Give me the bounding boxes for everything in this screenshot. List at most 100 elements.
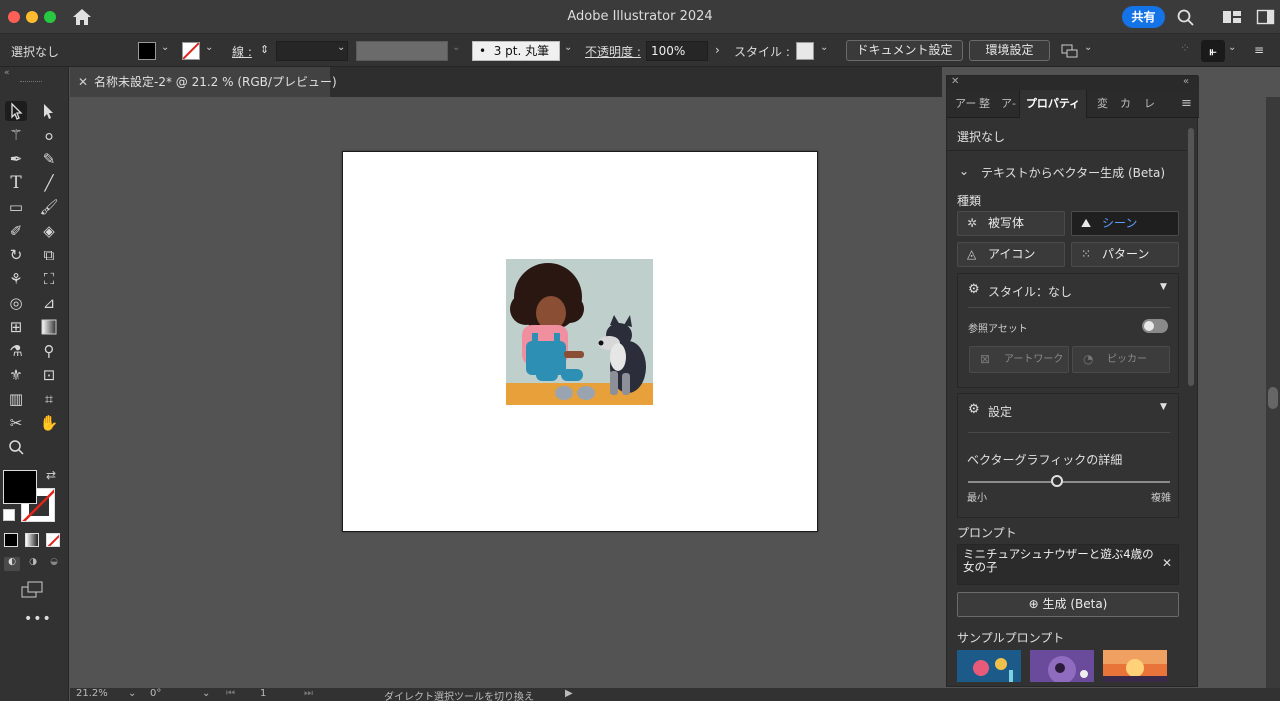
settings-header[interactable]: 設定 (988, 403, 1012, 420)
opacity-label[interactable]: 不透明度 : (585, 43, 641, 60)
draw-inside-icon[interactable]: ◒ (46, 557, 62, 571)
color-mode-icon[interactable] (4, 533, 18, 547)
free-transform-icon[interactable]: ⛶ (38, 269, 60, 289)
symbol-sprayer-icon[interactable]: ⚜ (5, 365, 27, 385)
swap-fill-stroke-icon[interactable]: ⇄ (46, 468, 56, 482)
tab-artboards[interactable]: アー (955, 90, 976, 118)
text-to-vector-title[interactable]: テキストからベクター生成 (Beta) (981, 164, 1165, 181)
preferences-button[interactable]: 環境設定 (969, 40, 1050, 61)
gradient-mode-icon[interactable] (25, 533, 39, 547)
tab-layers[interactable]: レ (1144, 90, 1155, 118)
gradient-tool-icon[interactable] (38, 317, 60, 337)
play-icon[interactable]: ▶ (565, 688, 573, 699)
align-panel-icon[interactable]: ⫦ (1201, 40, 1225, 62)
sample-prompt-thumbnail[interactable] (957, 650, 1021, 682)
stroke-swatch[interactable] (182, 42, 200, 60)
generate-button[interactable]: ⊕ 生成 (Beta) (957, 592, 1179, 617)
triangle-down-icon[interactable]: ▼ (1160, 402, 1167, 412)
chevron-down-icon[interactable]: ⌄ (564, 42, 572, 53)
zoom-level[interactable]: 21.2% (76, 688, 108, 699)
canvas-vertical-scrollbar[interactable] (1266, 97, 1280, 688)
prompt-input[interactable]: ミニチュアシュナウザーと遊ぶ4歳の女の子 ✕ (957, 544, 1179, 585)
detail-slider-track[interactable] (968, 481, 1170, 483)
collapse-toolbar-icon[interactable]: « (4, 68, 10, 78)
variable-width-profile[interactable] (356, 41, 448, 61)
list-menu-icon[interactable]: ≡ (1254, 43, 1264, 57)
close-icon[interactable]: ✕ (78, 67, 88, 97)
chevron-down-icon[interactable]: ⌄ (202, 688, 210, 699)
share-button[interactable]: 共有 (1122, 6, 1165, 28)
type-scene-button[interactable]: ⛰ シーン (1071, 211, 1179, 236)
selection-tool-icon[interactable] (5, 101, 27, 121)
rotate-tool-icon[interactable]: ↻ (5, 245, 27, 265)
type-tool-icon[interactable]: T (5, 173, 27, 193)
screen-mode-icon[interactable] (21, 581, 45, 599)
perspective-grid-icon[interactable]: ⊿ (38, 293, 60, 313)
panel-scroll-thumb[interactable] (1188, 128, 1194, 386)
scroll-thumb[interactable] (1268, 387, 1278, 409)
section-chevron-down-icon[interactable]: ⌄ (959, 164, 969, 178)
chevron-down-icon[interactable]: ⌄ (1084, 42, 1092, 53)
magic-wand-icon[interactable]: ⚚ (5, 125, 27, 145)
chevron-down-icon[interactable]: ⌄ (1228, 42, 1236, 53)
search-icon[interactable] (1176, 8, 1196, 26)
brush-definition[interactable]: • 3 pt. 丸筆 (472, 41, 560, 61)
eraser-tool-icon[interactable]: ◈ (38, 221, 60, 241)
close-icon[interactable]: ✕ (951, 76, 959, 87)
clear-prompt-icon[interactable]: ✕ (1162, 557, 1172, 570)
slice-tool-icon[interactable]: ⌗ (38, 389, 60, 409)
document-tab[interactable]: ✕ 名称未設定-2* @ 21.2 % (RGB/プレビュー) (70, 67, 337, 97)
tab-align[interactable]: 整 (979, 90, 990, 118)
pen-tool-icon[interactable]: ✒ (5, 149, 27, 169)
zoom-tool-icon[interactable] (5, 437, 27, 457)
toolbar-grip[interactable] (20, 81, 42, 83)
detail-slider-thumb[interactable] (1050, 475, 1063, 487)
scissors-icon[interactable]: ✂ (5, 413, 27, 433)
panel-scrollbar[interactable] (1187, 120, 1195, 686)
eyedropper-icon[interactable]: ⚲ (38, 341, 60, 361)
tab-transform[interactable]: 変 (1097, 90, 1108, 118)
type-icon-button[interactable]: ◬ アイコン (957, 242, 1065, 267)
lasso-icon[interactable]: ߋ (38, 125, 60, 145)
puppet-warp-icon[interactable]: ⚘ (5, 269, 27, 289)
stroke-stepper-icon[interactable]: ⇕ (260, 43, 269, 56)
arrange-documents-icon[interactable] (1061, 43, 1079, 59)
graphic-style-swatch[interactable] (796, 42, 814, 60)
type-subject-button[interactable]: ✲ 被写体 (957, 211, 1065, 236)
tab-color[interactable]: カ (1120, 90, 1131, 118)
opacity-field[interactable]: 100% (646, 41, 708, 61)
last-page-icon[interactable]: ⏭ (304, 688, 313, 699)
chevron-right-icon[interactable]: › (715, 43, 720, 57)
chevron-down-icon[interactable]: ⌄ (161, 42, 169, 53)
curvature-tool-icon[interactable]: ✎ (38, 149, 60, 169)
page-number[interactable]: 1 (260, 688, 266, 699)
none-mode-icon[interactable] (46, 533, 60, 547)
line-tool-icon[interactable]: ╱ (38, 173, 60, 193)
panel-toggle-icon[interactable] (1256, 8, 1276, 26)
draw-normal-icon[interactable]: ◐ (4, 557, 20, 571)
default-colors-icon[interactable] (3, 509, 15, 521)
tab-properties[interactable]: プロパティ (1019, 90, 1087, 118)
paintbrush-tool-icon[interactable]: 🖌 (38, 197, 60, 217)
panel-menu-icon[interactable]: ≡ (1181, 90, 1192, 118)
chevron-down-icon[interactable]: ⌄ (128, 688, 136, 699)
direct-selection-tool-icon[interactable] (38, 101, 60, 121)
scale-tool-icon[interactable]: ⧉ (38, 245, 60, 265)
fill-swatch[interactable] (138, 42, 156, 60)
reference-asset-toggle[interactable] (1142, 319, 1168, 333)
draw-behind-icon[interactable]: ◑ (25, 557, 41, 571)
hand-tool-icon[interactable]: ✋ (38, 413, 60, 433)
generated-artwork[interactable] (506, 259, 653, 405)
tab-appearance[interactable]: ア- (1001, 90, 1016, 118)
collapse-panel-icon[interactable]: « (1183, 76, 1189, 87)
chevron-down-icon[interactable]: ⌄ (337, 42, 345, 53)
sample-prompt-thumbnail[interactable] (1103, 650, 1167, 682)
chevron-down-icon[interactable]: ⌄ (205, 42, 213, 53)
shape-builder-icon[interactable]: ◎ (5, 293, 27, 313)
style-header[interactable]: スタイル：なし (988, 283, 1072, 300)
stroke-label[interactable]: 線 : (232, 43, 252, 60)
sample-prompt-thumbnail[interactable] (1030, 650, 1094, 682)
edit-toolbar-icon[interactable]: ••• (24, 611, 52, 627)
triangle-down-icon[interactable]: ▼ (1160, 282, 1167, 292)
artboard-tool-icon[interactable]: ⊡ (38, 365, 60, 385)
